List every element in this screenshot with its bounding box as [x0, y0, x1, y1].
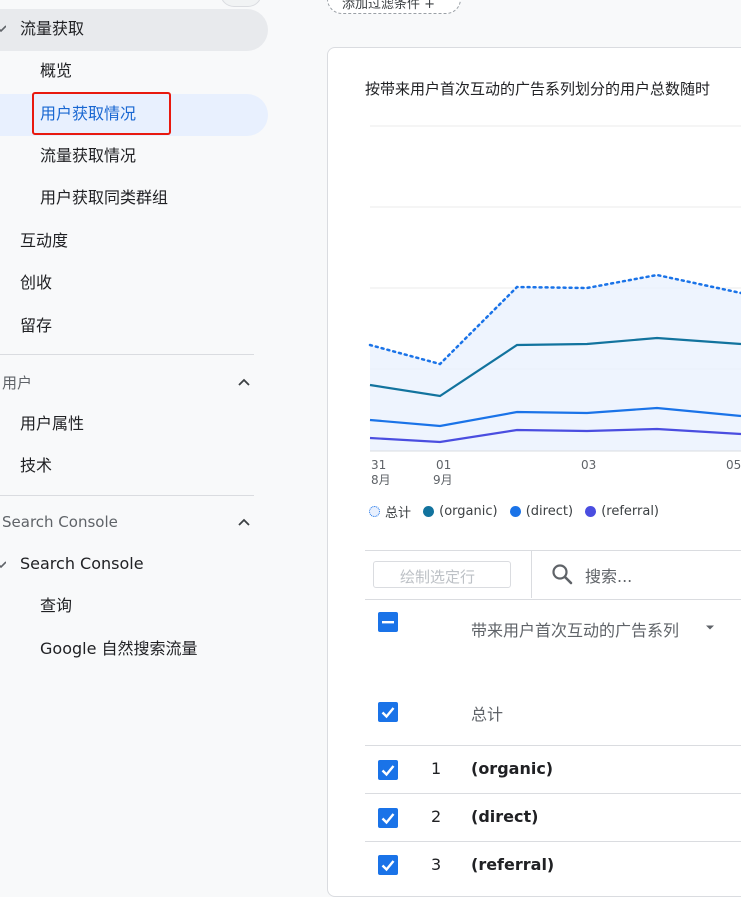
annotation-highlight-box — [32, 92, 171, 135]
section-title-user[interactable]: 用户 — [2, 372, 32, 393]
nav-group-search-console[interactable]: Search Console — [20, 554, 144, 574]
nav-item-traffic-acquisition[interactable]: 流量获取情况 — [40, 146, 136, 166]
row-divider — [365, 793, 741, 794]
chart-legend: 总计 (organic) (direct) (referral) — [369, 502, 667, 521]
x-tick-day: 03 — [581, 458, 597, 472]
row-name[interactable]: (referral) — [471, 855, 554, 874]
sidebar-divider — [0, 495, 254, 496]
legend-label: (direct) — [525, 504, 574, 519]
section-title-search-console[interactable]: Search Console — [2, 513, 118, 531]
toolbar-divider — [531, 551, 532, 598]
nav-item-queries[interactable]: 查询 — [40, 596, 72, 616]
table-search-input[interactable]: 搜索... — [585, 563, 632, 587]
select-all-checkbox[interactable] — [378, 612, 398, 632]
row-name[interactable]: (direct) — [471, 807, 538, 826]
nav-item-retention[interactable]: 留存 — [20, 316, 52, 336]
row-divider — [365, 745, 741, 746]
legend-item-organic[interactable]: (organic) — [423, 504, 498, 519]
total-row-label: 总计 — [471, 705, 504, 724]
x-tick-month: 8月 — [371, 473, 391, 487]
x-tick-day: 01 — [436, 458, 452, 472]
nav-item-monetization[interactable]: 创收 — [20, 273, 52, 293]
legend-item-referral[interactable]: (referral) — [585, 504, 659, 519]
nav-group-acquisition[interactable]: 流量获取 — [20, 19, 84, 39]
row-checkbox[interactable] — [378, 855, 398, 875]
chevron-up-icon[interactable] — [236, 374, 252, 390]
x-tick-day: 05 — [726, 458, 741, 472]
chart-title: 按带来用户首次互动的广告系列划分的用户总数随时 — [365, 80, 711, 98]
nav-item-overview[interactable]: 概览 — [40, 61, 72, 81]
row-checkbox-total[interactable] — [378, 702, 398, 722]
legend-item-direct[interactable]: (direct) — [509, 504, 574, 519]
add-filter-label: 添加过滤条件 + — [342, 0, 436, 12]
row-index: 2 — [431, 807, 442, 826]
check-icon — [381, 813, 395, 825]
sidebar-nav: 流量获取 概览 用户获取情况 流量获取情况 用户获取同类群组 互动度 创收 留存… — [0, 0, 280, 873]
row-divider — [365, 841, 741, 842]
check-icon — [381, 765, 395, 777]
scroll-edge — [220, 0, 262, 7]
row-checkbox[interactable] — [378, 760, 398, 780]
chevron-down-icon — [0, 561, 6, 569]
legend-dot-icon — [423, 506, 435, 517]
add-filter-button[interactable]: 添加过滤条件 + — [327, 0, 461, 14]
search-icon[interactable] — [550, 562, 574, 586]
check-icon — [381, 860, 395, 872]
legend-item-total[interactable]: 总计 — [369, 502, 411, 521]
nav-item-google-organic[interactable]: Google 自然搜索流量 — [40, 639, 198, 659]
dropdown-arrow-icon[interactable] — [705, 624, 715, 632]
chevron-up-icon[interactable] — [236, 514, 252, 530]
row-index: 3 — [431, 855, 442, 874]
legend-label: (organic) — [439, 504, 498, 519]
check-icon — [381, 707, 395, 719]
legend-label: 总计 — [385, 506, 412, 521]
plot-rows-label: 绘制选定行 — [400, 568, 476, 586]
legend-dot-icon — [585, 506, 597, 517]
legend-label: (referral) — [601, 504, 660, 519]
legend-dot-icon — [509, 506, 521, 517]
x-tick-day: 31 — [371, 458, 387, 472]
indeterminate-icon — [382, 621, 394, 624]
x-tick-month: 9月 — [433, 473, 453, 487]
dimension-header[interactable]: 带来用户首次互动的广告系列 — [471, 617, 679, 641]
plot-rows-button[interactable]: 绘制选定行 — [373, 561, 511, 588]
line-chart — [368, 125, 741, 452]
legend-dot-icon — [369, 506, 380, 517]
chevron-down-icon — [0, 25, 6, 33]
row-checkbox[interactable] — [378, 808, 398, 828]
nav-item-tech[interactable]: 技术 — [20, 456, 52, 476]
nav-item-acquisition-cohort[interactable]: 用户获取同类群组 — [40, 188, 168, 208]
sidebar-divider — [0, 354, 254, 355]
nav-item-user-attributes[interactable]: 用户属性 — [20, 414, 84, 434]
nav-item-engagement[interactable]: 互动度 — [20, 231, 68, 251]
row-index: 1 — [431, 759, 442, 778]
row-name[interactable]: (organic) — [471, 759, 553, 778]
